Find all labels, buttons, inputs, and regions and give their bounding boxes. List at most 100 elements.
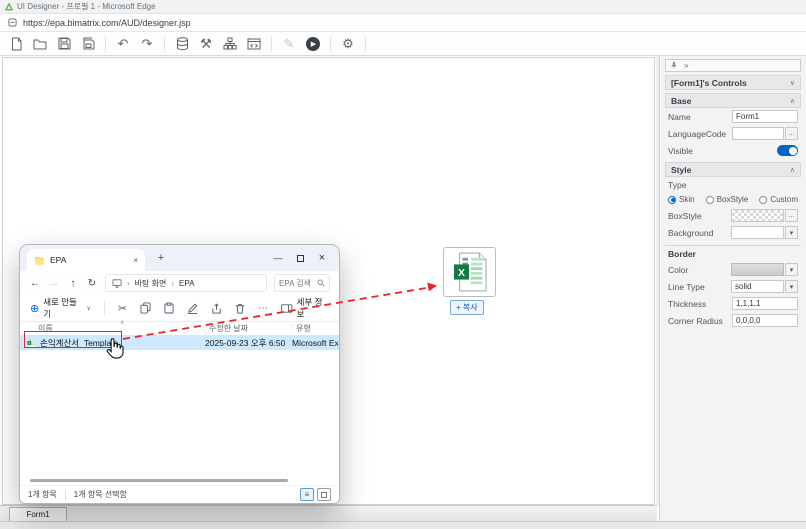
settings-button[interactable]: ⚙ — [338, 34, 358, 54]
hierarchy-button[interactable] — [220, 34, 240, 54]
color-dropdown-button[interactable]: ▾ — [785, 263, 798, 276]
rename-button[interactable] — [187, 303, 198, 314]
file-explorer-window[interactable]: EPA × + — × ← → ↑ ↻ › 바탕 화면 › EPA EPA 검색 — [20, 245, 339, 503]
details-pane-icon — [281, 304, 293, 313]
run-icon: ▶ — [306, 37, 320, 51]
tab-form1[interactable]: Form1 — [9, 507, 67, 521]
minimize-button[interactable]: — — [267, 247, 289, 269]
section-base[interactable]: Base ∧ — [665, 93, 801, 108]
run-button[interactable]: ▶ — [303, 34, 323, 54]
type-row: Type — [665, 177, 801, 192]
up-button[interactable]: ↑ — [67, 278, 79, 289]
toggle-knob — [789, 147, 797, 155]
drag-hand-cursor — [104, 337, 124, 360]
new-file-button[interactable] — [6, 34, 26, 54]
panel-pin-bar: » — [665, 59, 801, 72]
background-row: Background ▾ — [665, 224, 801, 241]
maximize-icon — [297, 255, 304, 262]
new-tab-button[interactable]: + — [154, 251, 168, 265]
languagecode-field[interactable] — [732, 127, 784, 140]
details-view-button[interactable]: ≡ — [300, 488, 314, 501]
dataset-button[interactable] — [172, 34, 192, 54]
explorer-tabbar: EPA × + — × — [20, 245, 339, 271]
paste-button[interactable] — [164, 302, 174, 314]
border-color-swatch[interactable] — [731, 263, 784, 276]
chevron-up-icon: ∧ — [790, 166, 795, 174]
radio-custom[interactable]: Custom — [759, 195, 798, 204]
boxstyle-browse-button[interactable]: … — [785, 209, 798, 222]
radio-skin-label: Skin — [679, 195, 695, 204]
browser-urlbar[interactable]: https://epa.bimatrix.com/AUD/designer.js… — [0, 14, 806, 32]
column-type[interactable]: 유형 — [292, 323, 339, 334]
column-modified[interactable]: 수정한 날짜 — [205, 323, 292, 334]
search-input[interactable]: EPA 검색 — [274, 274, 330, 292]
save-all-button[interactable] — [78, 34, 98, 54]
script-button[interactable] — [244, 34, 264, 54]
radio-icon — [759, 196, 767, 204]
copy-button[interactable] — [140, 302, 151, 314]
cut-button[interactable]: ✂ — [118, 302, 127, 315]
collapse-panel-icon[interactable]: » — [684, 61, 688, 70]
form-tabbar: Form1 — [0, 505, 657, 521]
radio-boxstyle[interactable]: BoxStyle — [706, 195, 749, 204]
more-options-button[interactable]: ⋯ — [258, 303, 268, 314]
url-text[interactable]: https://epa.bimatrix.com/AUD/designer.js… — [23, 18, 191, 28]
section-base-label: Base — [671, 96, 691, 106]
maximize-button[interactable] — [289, 247, 311, 269]
name-field[interactable]: Form1 — [732, 110, 798, 123]
drag-ghost-excel — [443, 247, 496, 297]
section-style[interactable]: Style ∧ — [665, 162, 801, 177]
visible-toggle[interactable] — [777, 145, 798, 156]
back-button[interactable]: ← — [29, 278, 41, 289]
properties-panel: » [Form1]'s Controls ∨ Base ∧ Name Form1… — [659, 56, 806, 521]
controls-header[interactable]: [Form1]'s Controls ∨ — [665, 75, 801, 90]
boxstyle-swatch[interactable] — [731, 209, 784, 222]
undo-button[interactable]: ↶ — [113, 34, 133, 54]
open-button[interactable] — [30, 34, 50, 54]
languagecode-browse-button[interactable]: … — [785, 127, 798, 140]
copy-drop-badge: + 복사 — [450, 300, 484, 315]
breadcrumb[interactable]: › 바탕 화면 › EPA — [105, 274, 267, 292]
radio-skin[interactable]: Skin — [668, 195, 695, 204]
pin-icon[interactable] — [670, 61, 678, 70]
refresh-button[interactable]: ↻ — [86, 278, 98, 289]
share-button[interactable] — [211, 303, 222, 314]
toolbar-separator — [105, 36, 106, 52]
background-label: Background — [668, 228, 713, 238]
tools-button[interactable]: ⚒ — [196, 34, 216, 54]
search-icon — [317, 279, 325, 287]
toolbar-separator — [164, 36, 165, 52]
selected-count: 1개 항목 선택함 — [74, 489, 127, 500]
edit-button[interactable]: ✎ — [279, 34, 299, 54]
thickness-field[interactable]: 1,1,1,1 — [732, 297, 798, 310]
breadcrumb-desktop[interactable]: 바탕 화면 — [135, 278, 167, 289]
linetype-field[interactable]: solid — [731, 280, 784, 293]
plus-circle-icon: ⊕ — [30, 302, 39, 315]
icons-view-button[interactable] — [317, 488, 331, 501]
explorer-tab-epa[interactable]: EPA × — [27, 249, 145, 271]
folder-icon — [34, 256, 45, 265]
horizontal-scrollbar[interactable] — [30, 479, 288, 482]
delete-button[interactable] — [235, 303, 245, 314]
forward-button[interactable]: → — [48, 278, 60, 289]
corner-radius-field[interactable]: 0,0,0,0 — [732, 314, 798, 327]
status-divider — [65, 490, 66, 500]
toolbar-separator — [365, 36, 366, 52]
explorer-tab-title: EPA — [50, 255, 66, 265]
radio-selected-icon — [668, 196, 676, 204]
new-item-button[interactable]: ⊕ 새로 만들기 ∨ — [30, 296, 91, 320]
file-type: Microsoft Excel — [292, 338, 338, 348]
details-pane-button[interactable]: 세부 정보 — [281, 296, 329, 320]
background-dropdown-button[interactable]: ▾ — [785, 226, 798, 239]
section-style-label: Style — [671, 165, 691, 175]
controls-header-label: [Form1]'s Controls — [671, 78, 747, 88]
background-field[interactable] — [731, 226, 784, 239]
save-button[interactable] — [54, 34, 74, 54]
close-button[interactable]: × — [311, 247, 333, 269]
breadcrumb-epa[interactable]: EPA — [179, 279, 194, 288]
redo-button[interactable]: ↷ — [137, 34, 157, 54]
tab-close-icon[interactable]: × — [133, 256, 138, 265]
linetype-dropdown-button[interactable]: ▾ — [785, 280, 798, 293]
site-info-icon[interactable] — [8, 18, 17, 27]
linetype-row: Line Type solid ▾ — [665, 278, 801, 295]
